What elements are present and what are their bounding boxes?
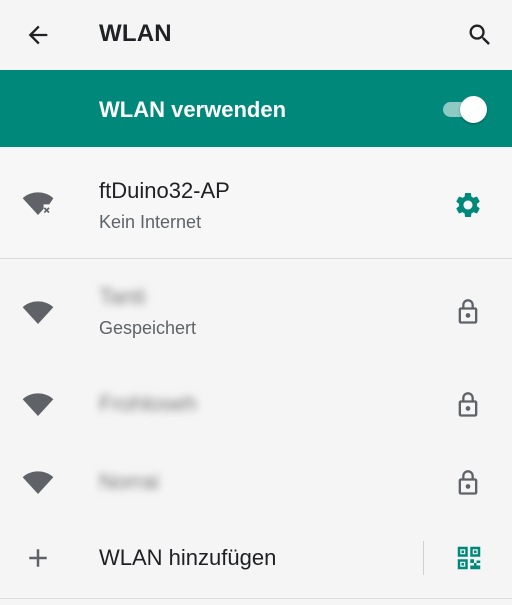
search-button[interactable] (462, 17, 498, 53)
toggle-thumb (460, 96, 487, 123)
back-button[interactable] (20, 17, 56, 53)
saved-network-row[interactable]: Tanti Gespeichert (0, 270, 512, 362)
divider (0, 258, 512, 259)
wifi-icon (20, 464, 56, 500)
network-status: Gespeichert (99, 318, 197, 338)
wlan-toggle[interactable] (440, 96, 487, 123)
add-network-row[interactable]: WLAN hinzufügen (0, 528, 512, 588)
gear-icon (456, 193, 480, 217)
lock-icon (450, 387, 486, 423)
add-network-label: WLAN hinzufügen (99, 545, 277, 570)
qr-code-icon (457, 546, 481, 570)
wifi-icon (20, 294, 56, 330)
wifi-icon (20, 386, 56, 422)
network-settings-button[interactable] (450, 187, 486, 223)
wifi-no-internet-icon (20, 185, 56, 221)
app-bar: WLAN (0, 0, 512, 70)
wlan-master-label: WLAN verwenden (99, 97, 287, 122)
saved-network-row[interactable]: Norrai (0, 452, 512, 514)
connected-network-row[interactable]: ftDuino32-AP Kein Internet (0, 151, 512, 257)
lock-icon (450, 294, 486, 330)
plus-icon (20, 540, 56, 576)
page-title: WLAN (99, 20, 172, 47)
arrow-left-icon (28, 25, 48, 45)
saved-network-row[interactable]: Frohloseh (0, 374, 512, 436)
network-name: Norrai (99, 469, 159, 494)
qr-scan-button[interactable] (451, 540, 487, 576)
network-name: Frohloseh (99, 391, 197, 416)
divider (0, 598, 512, 599)
lock-icon (450, 465, 486, 501)
connected-network-name: ftDuino32-AP (99, 178, 230, 203)
search-icon (469, 24, 490, 45)
connected-network-status: Kein Internet (99, 212, 202, 232)
wlan-master-switch-bar[interactable]: WLAN verwenden (0, 70, 512, 147)
vertical-divider (423, 541, 424, 575)
network-name: Tanti (99, 284, 146, 309)
